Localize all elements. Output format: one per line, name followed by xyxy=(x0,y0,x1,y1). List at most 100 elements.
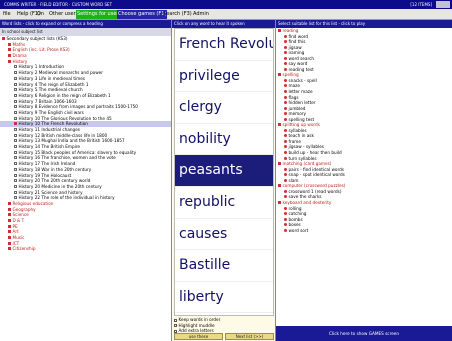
bullet-icon xyxy=(284,67,287,71)
word-item[interactable]: liberty xyxy=(175,282,273,314)
checkbox-icon[interactable] xyxy=(8,48,11,52)
show-games-button[interactable]: Click here to show GAMES screen xyxy=(276,326,452,341)
checkbox-icon[interactable] xyxy=(14,162,17,166)
checkbox-icon[interactable] xyxy=(14,105,17,109)
tree-item-label: D & T xyxy=(12,218,25,223)
bullet-icon xyxy=(284,145,287,149)
word-item[interactable]: clergy xyxy=(175,92,273,124)
menu-item[interactable]: Search (F3) xyxy=(162,10,193,19)
game-item[interactable]: word sort xyxy=(276,228,452,234)
checkbox-icon[interactable] xyxy=(8,247,11,251)
word-list-box: French Revolutionprivilegeclergynobility… xyxy=(174,28,274,316)
bullet-icon xyxy=(284,90,287,94)
window-title: COMMS WRITER · FIELD EDITOR · CUSTOM WOR… xyxy=(4,2,113,7)
checkbox-icon[interactable] xyxy=(14,93,17,97)
tree-item-label: History 18 War in the 20th century xyxy=(18,166,92,172)
game-label: pairs - find identical words xyxy=(288,166,344,172)
use-these-button[interactable]: use these xyxy=(174,333,223,340)
tree-item-label: History 6 Religion in the reign of Eliza… xyxy=(18,92,111,98)
checkbox-icon[interactable] xyxy=(14,133,17,137)
checkbox-icon[interactable] xyxy=(14,173,17,177)
bullet-icon xyxy=(284,84,287,88)
word-item[interactable]: causes xyxy=(175,219,273,251)
word-item[interactable]: nobility xyxy=(175,124,273,156)
tree-item-label: History 16 The franchise, women and the … xyxy=(18,155,116,161)
checkbox-icon[interactable] xyxy=(8,54,11,58)
bullet-icon xyxy=(284,45,287,49)
checkbox-icon[interactable] xyxy=(14,196,17,200)
word-item[interactable]: French Revolution xyxy=(175,29,273,61)
menu-item[interactable]: Admin xyxy=(192,10,210,19)
tree-item-label: Secondary subject lists (KS3) xyxy=(6,36,68,41)
checkbox-icon[interactable] xyxy=(174,324,177,327)
checkbox-icon[interactable] xyxy=(14,190,17,194)
checkbox-icon[interactable] xyxy=(8,42,11,46)
bullet-icon xyxy=(284,134,287,138)
word-lists-subheader: In school subject list xyxy=(0,28,171,36)
game-label: frame xyxy=(288,138,301,144)
next-list-button[interactable]: Next list (>>) xyxy=(225,333,274,340)
menu-item[interactable]: On xyxy=(36,10,45,19)
checkbox-icon[interactable] xyxy=(8,224,11,228)
game-label: crossword 1 (read words) xyxy=(288,188,342,194)
checkbox-icon[interactable] xyxy=(8,213,11,217)
checkbox-icon[interactable] xyxy=(14,139,17,143)
checkbox-icon[interactable] xyxy=(8,230,11,234)
checkbox-icon[interactable] xyxy=(14,76,17,80)
checkbox-icon[interactable] xyxy=(14,65,17,69)
game-label: snap - spot identical words xyxy=(288,172,345,178)
checkbox-icon[interactable] xyxy=(14,179,17,183)
tree-item-label: History 5 The medieval church xyxy=(18,87,83,93)
word-item[interactable]: Bastille xyxy=(175,250,273,282)
checkbox-icon[interactable] xyxy=(14,150,17,154)
checkbox-icon[interactable] xyxy=(174,318,177,322)
game-label: say word xyxy=(288,61,308,67)
tree-item-label: History 11 Industrial changes xyxy=(18,127,80,132)
tree-item-label: History 9 The English civil wars xyxy=(18,109,84,115)
word-item[interactable]: privilege xyxy=(175,61,273,93)
tree-item-label: Art xyxy=(12,229,19,235)
checkbox-icon[interactable] xyxy=(14,122,17,126)
checkbox-icon[interactable] xyxy=(8,241,11,245)
checkbox-icon[interactable] xyxy=(8,59,11,63)
word-item[interactable]: republic xyxy=(175,187,273,219)
menu-item[interactable]: Other users xyxy=(48,10,79,19)
checkbox-icon[interactable] xyxy=(8,201,11,205)
checkbox-icon[interactable] xyxy=(14,71,17,75)
folder-icon xyxy=(278,73,281,77)
checkbox-icon[interactable] xyxy=(8,236,11,240)
game-label: letter maze xyxy=(288,89,313,95)
tree-item[interactable]: Citizenship xyxy=(0,246,171,252)
checkbox-icon[interactable] xyxy=(14,167,17,171)
tree-item-label: History 21 Science and history xyxy=(18,189,83,195)
games-panel: Select suitable list for this list - cli… xyxy=(276,20,452,341)
menu-item[interactable]: file xyxy=(2,10,12,19)
checkbox-icon[interactable] xyxy=(14,99,17,103)
checkbox-icon[interactable] xyxy=(14,156,17,160)
window-controls[interactable] xyxy=(436,1,450,8)
game-label: flags xyxy=(288,94,299,100)
checkbox-icon[interactable] xyxy=(14,82,17,86)
checkbox-icon[interactable] xyxy=(14,110,17,114)
bullet-icon xyxy=(284,106,287,110)
tree-item-label: History 4 The reign of Elizabeth 1 xyxy=(18,81,89,87)
game-label: catching xyxy=(288,211,307,217)
checkbox-icon[interactable] xyxy=(2,37,5,40)
bullet-icon xyxy=(284,51,287,55)
checkbox-icon[interactable] xyxy=(14,88,17,92)
checkbox-icon[interactable] xyxy=(14,184,17,188)
word-item[interactable]: peasants xyxy=(175,155,273,187)
menu-item[interactable]: Settings for user xyxy=(76,10,120,19)
tree-item-label: History 20 Medicine in the 20th century xyxy=(18,183,102,189)
game-label: build up - hear then build xyxy=(288,150,342,156)
bullet-icon xyxy=(284,195,287,199)
checkbox-icon[interactable] xyxy=(14,128,17,131)
tree-item-label: History 15 Black peoples of America: sla… xyxy=(18,149,137,155)
checkbox-icon[interactable] xyxy=(14,116,17,120)
checkbox-icon[interactable] xyxy=(14,145,17,149)
menu-item[interactable]: Choose games (F1) xyxy=(117,10,168,19)
checkbox-icon[interactable] xyxy=(8,219,11,222)
tree-item-label: History 20 The 20th century world xyxy=(18,178,91,184)
checkbox-icon[interactable] xyxy=(8,207,11,211)
game-label: rolling xyxy=(288,205,302,211)
